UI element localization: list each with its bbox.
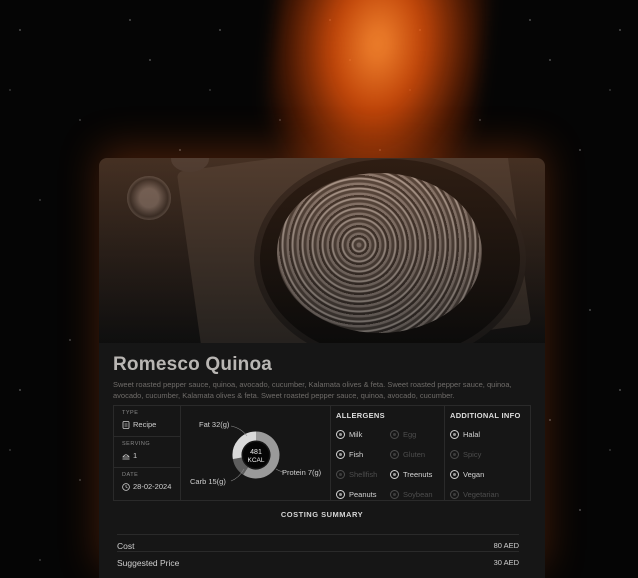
treenut-icon: [390, 470, 399, 479]
tag-vegetarian: Vegetarian: [450, 489, 530, 500]
type-label: TYPE: [122, 410, 139, 416]
cost-row: Cost 80 AED: [117, 534, 519, 551]
tag-egg: Egg: [390, 429, 444, 440]
meta-column: TYPE Recipe SERVING 1 DATE 28-02-2024: [114, 406, 181, 500]
tag-label: Vegan: [463, 470, 485, 479]
kcal-unit: KCAL: [248, 457, 265, 464]
recipe-photo: [99, 158, 545, 343]
date-value-row: 28-02-2024: [122, 482, 180, 491]
spicy-icon: [450, 450, 459, 459]
halal-icon: [450, 430, 459, 439]
kcal-value: 481: [250, 449, 262, 456]
additional-info-list: Halal Spicy Vegan Vegetarian: [445, 420, 530, 500]
suggested-price-label: Suggested Price: [117, 558, 180, 568]
tag-label: Treenuts: [403, 470, 433, 479]
tag-label: Peanuts: [349, 490, 377, 499]
tag-label: Soybean: [403, 490, 433, 499]
soybean-icon: [390, 490, 399, 499]
recipe-title: Romesco Quinoa: [113, 354, 273, 375]
tag-label: Vegetarian: [463, 490, 499, 499]
tag-milk: Milk: [336, 429, 390, 440]
tag-vegan: Vegan: [450, 469, 530, 480]
tag-halal: Halal: [450, 429, 530, 440]
type-value: Recipe: [133, 420, 157, 429]
clock-icon: [122, 482, 130, 491]
additional-info-section: ADDITIONAL INFO Halal Spicy Vegan Vegetaria…: [445, 406, 530, 500]
date-value: 28-02-2024: [133, 482, 172, 491]
tag-label: Shellfish: [349, 470, 378, 479]
serving-value: 1: [133, 451, 138, 460]
tag-spicy: Spicy: [450, 449, 530, 460]
recipe-description: Sweet roasted pepper sauce, quinoa, avoc…: [113, 380, 512, 400]
tag-gluten: Gluten: [390, 449, 444, 460]
document-icon: [122, 420, 130, 429]
tag-label: Spicy: [463, 450, 482, 459]
suggested-price-row: Suggested Price 30 AED: [117, 551, 519, 568]
recipe-card: Romesco Quinoa Sweet roasted pepper sauc…: [99, 158, 545, 578]
additional-info-title: ADDITIONAL INFO: [450, 411, 521, 420]
type-value-row: Recipe: [122, 420, 180, 429]
protein-label: Protein 7(g): [282, 468, 322, 477]
tag-treenuts: Treenuts: [390, 469, 444, 480]
serving-icon: [122, 453, 130, 459]
type-cell: TYPE Recipe: [114, 406, 180, 437]
costing-summary-title: COSTING SUMMARY: [280, 510, 364, 519]
date-label: DATE: [122, 472, 139, 478]
nutrition-donut: 481 KCAL Fat 32(g) Protein 7(g) Carb 15(g…: [181, 406, 331, 500]
egg-icon: [390, 430, 399, 439]
tag-fish: Fish: [336, 449, 390, 460]
tag-soybean: Soybean: [390, 489, 444, 500]
carb-label: Carb 15(g): [190, 477, 226, 486]
tag-label: Milk: [349, 430, 363, 439]
vegetarian-icon: [450, 490, 459, 499]
serving-cell: SERVING 1: [114, 437, 180, 468]
allergens-section: ALLERGENS Milk Egg Fish Gluten Shellfish Tree…: [331, 406, 445, 500]
cost-value: 80 AED: [493, 541, 519, 550]
recipe-info-panel: TYPE Recipe SERVING 1 DATE 28-02-2024 48…: [113, 405, 531, 501]
peanut-icon: [336, 490, 345, 499]
tag-shellfish: Shellfish: [336, 469, 390, 480]
tag-label: Halal: [463, 430, 481, 439]
serving-label: SERVING: [122, 441, 151, 447]
tag-label: Egg: [403, 430, 417, 439]
allergens-list: Milk Egg Fish Gluten Shellfish Treenuts Peanut…: [331, 420, 444, 500]
date-cell: DATE 28-02-2024: [114, 468, 180, 499]
tag-label: Fish: [349, 450, 364, 459]
fat-label: Fat 32(g): [199, 420, 230, 429]
tag-label: Gluten: [403, 450, 426, 459]
fish-icon: [336, 450, 345, 459]
tag-peanuts: Peanuts: [336, 489, 390, 500]
serving-value-row: 1: [122, 451, 180, 460]
vegan-icon: [450, 470, 459, 479]
gluten-icon: [390, 450, 399, 459]
allergens-title: ALLERGENS: [336, 411, 385, 420]
suggested-price-value: 30 AED: [493, 558, 519, 567]
cost-label: Cost: [117, 541, 135, 551]
photo-shade: [99, 158, 545, 343]
shellfish-icon: [336, 470, 345, 479]
milk-icon: [336, 430, 345, 439]
